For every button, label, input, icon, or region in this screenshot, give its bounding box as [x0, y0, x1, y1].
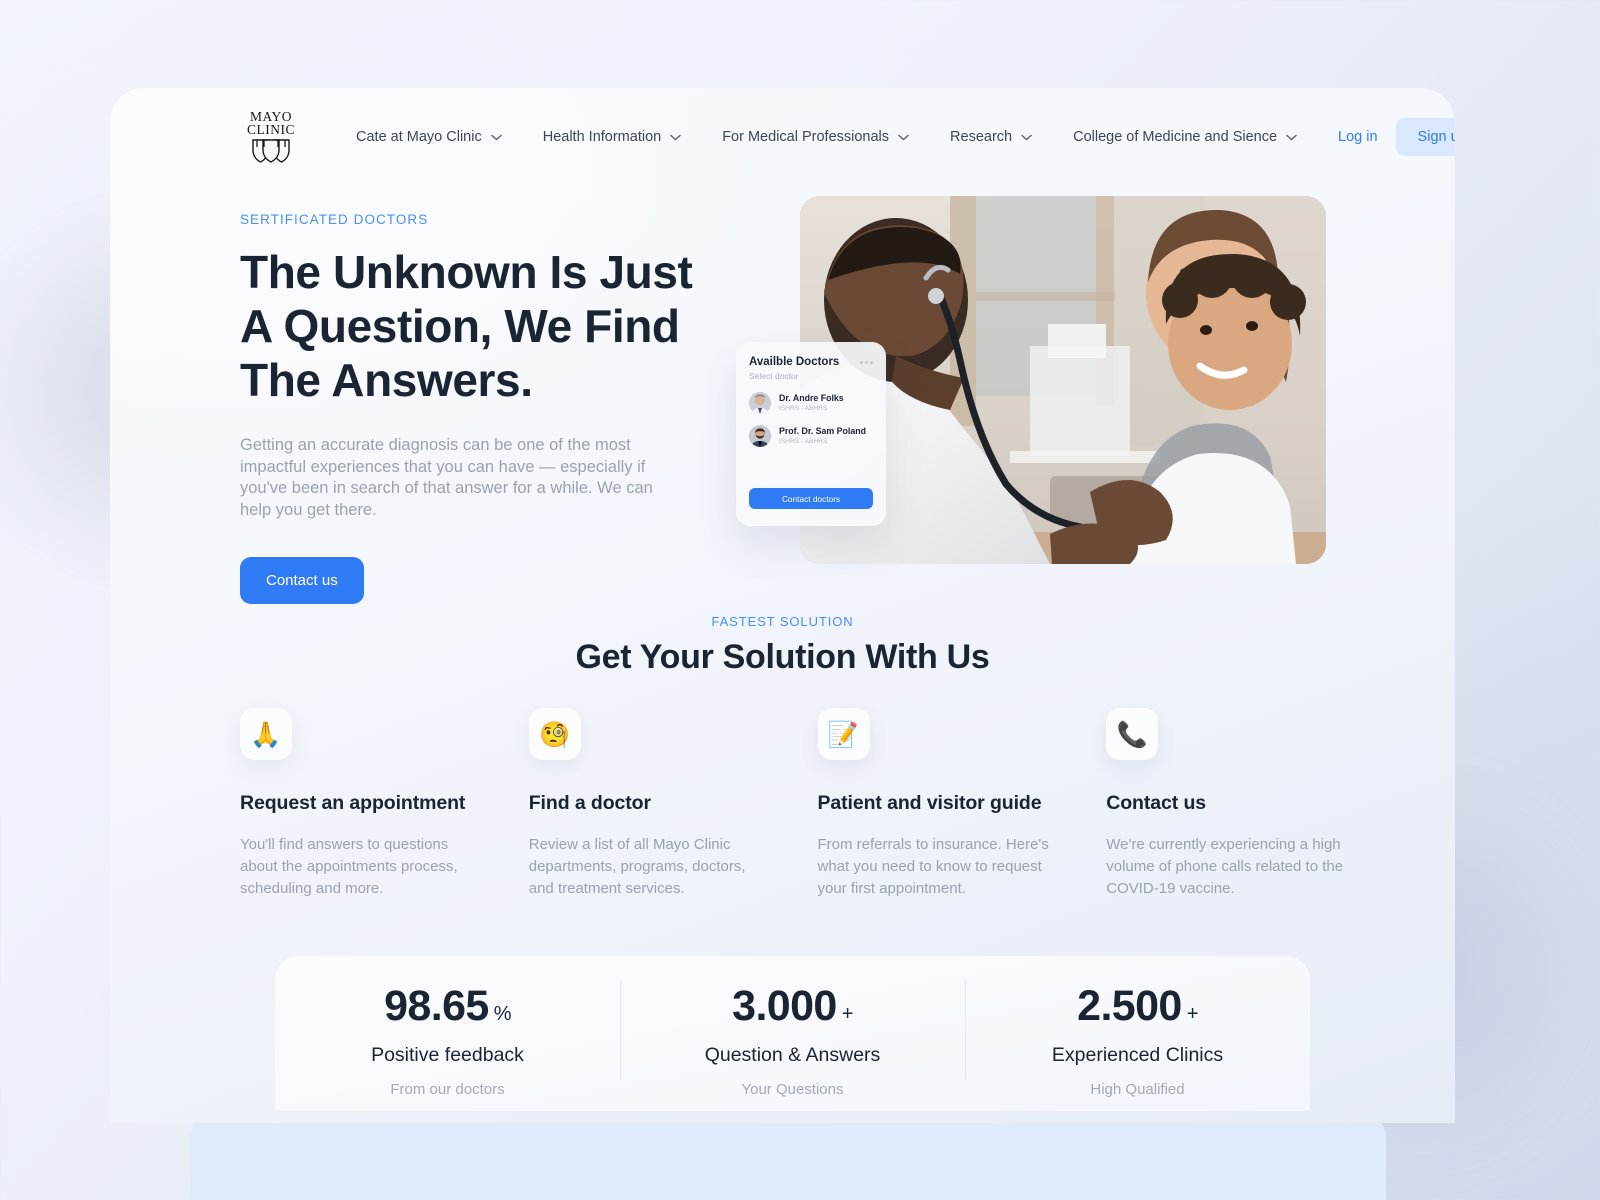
more-dots-icon[interactable] — [860, 361, 873, 364]
hero-subtitle: Getting an accurate diagnosis can be one… — [240, 436, 653, 519]
feature-title: Contact us — [1106, 792, 1207, 814]
nav-item-label: Research — [950, 129, 1013, 145]
avatar — [749, 392, 771, 414]
stat-sublabel: High Qualified — [1090, 1081, 1185, 1098]
doctor-avatar-1-image — [749, 392, 771, 414]
contact-doctors-button[interactable]: Contact doctors — [749, 488, 873, 509]
page-frame: MAYO CLINIC Cate at Mayo Clinic Health I… — [110, 88, 1455, 1123]
feature-description: We're currently experiencing a high volu… — [1106, 836, 1344, 897]
face-with-monocle-icon: 🧐 — [528, 708, 581, 760]
telephone-receiver-icon: 📞 — [1106, 708, 1159, 760]
hero-content: SERTIFICATED DOCTORS The Unknown Is Just… — [240, 212, 710, 604]
page-title: The Unknown Is Just A Question, We Find … — [240, 246, 693, 406]
stat-value: 98.65% — [275, 980, 620, 1040]
memo-icon: 📝 — [817, 708, 870, 760]
mayo-clinic-logo[interactable]: MAYO CLINIC — [240, 106, 302, 168]
nav-account-actions: Log in Sign up — [1338, 118, 1455, 156]
nav-item-label: Health Information — [542, 129, 662, 145]
chevron-down-icon — [1021, 134, 1032, 140]
available-doctors-heading-group: Availble Doctors Select doctor — [749, 356, 839, 381]
hero-eyebrow: SERTIFICATED DOCTORS — [240, 212, 429, 227]
stat-label: Experienced Clinics — [1051, 1044, 1224, 1066]
available-doctors-header: Availble Doctors Select doctor — [749, 356, 873, 381]
stat-unit: + — [1186, 1003, 1199, 1025]
feature-description: Review a list of all Mayo Clinic departm… — [528, 836, 746, 897]
doctor-name: Dr. Andre Folks — [779, 393, 844, 403]
nav-item-college-of-medicine-and-sience[interactable]: College of Medicine and Sience — [1073, 129, 1297, 145]
stat-unit: + — [841, 1003, 854, 1025]
stat-number: 2.500 — [1077, 982, 1182, 1030]
feature-description: You'll find answers to questions about t… — [240, 836, 458, 897]
feature-description: From referrals to insurance. Here's what… — [817, 836, 1049, 897]
feature-list: 🙏 Request an appointment You'll find ans… — [240, 708, 1395, 900]
logo-word-clinic: CLINIC — [247, 122, 295, 137]
signup-button[interactable]: Sign up — [1395, 118, 1455, 156]
feature-card-request-an-appointment[interactable]: 🙏 Request an appointment You'll find ans… — [240, 708, 529, 900]
stat-value: 3.000 + — [620, 980, 965, 1040]
chevron-down-icon — [670, 134, 681, 140]
nav-item-for-medical-professionals[interactable]: For Medical Professionals — [722, 129, 909, 145]
feature-title: Find a doctor — [528, 792, 651, 814]
login-link[interactable]: Log in — [1338, 129, 1378, 145]
contact-us-button[interactable]: Contact us — [240, 557, 364, 604]
stat-number: 98.65 — [384, 982, 489, 1030]
stat-sublabel: From our doctors — [390, 1081, 505, 1098]
nav-item-research[interactable]: Research — [950, 129, 1032, 145]
avatar — [749, 425, 771, 447]
solutions-title: Get Your Solution With Us — [575, 638, 990, 676]
doctor-name: Prof. Dr. Sam Poland — [779, 426, 867, 436]
stat-positive-feedback: 98.65% Positive feedback From our doctor… — [275, 956, 620, 1098]
doctor-avatar-2-image — [749, 425, 771, 447]
folded-hands-icon: 🙏 — [240, 708, 292, 760]
feature-card-contact-us[interactable]: 📞 Contact us We're currently experiencin… — [1106, 708, 1395, 900]
chevron-down-icon — [898, 134, 909, 140]
doctor-list-item-1[interactable]: Dr. Andre Folks ISHRS - ABHRS — [749, 392, 873, 414]
nav-item-health-information[interactable]: Health Information — [543, 129, 681, 145]
available-doctors-title: Availble Doctors — [749, 356, 840, 368]
stat-experienced-clinics: 2.500 + Experienced Clinics High Qualifie… — [965, 956, 1310, 1098]
stat-label: Positive feedback — [371, 1044, 524, 1066]
doctor-credentials: ISHRS - ABHRS — [779, 438, 828, 445]
main-navigation: MAYO CLINIC Cate at Mayo Clinic Health I… — [240, 106, 1455, 168]
stat-number: 3.000 — [732, 982, 837, 1030]
nav-links: Cate at Mayo Clinic Health Information F… — [356, 129, 1338, 145]
doctor-credentials: ISHRS - ABHRS — [779, 405, 828, 412]
nav-item-label: For Medical Professionals — [722, 129, 890, 145]
available-doctors-card: Availble Doctors Select doctor Dr. Andre… — [736, 342, 886, 526]
nav-item-label: Cate at Mayo Clinic — [356, 129, 482, 145]
feature-title: Patient and visitor guide — [817, 792, 1042, 814]
stat-label: Question & Answers — [704, 1044, 881, 1066]
feature-card-find-a-doctor[interactable]: 🧐 Find a doctor Review a list of all May… — [528, 708, 818, 900]
stat-sublabel: Your Questions — [741, 1081, 844, 1098]
doctor-list-item-2[interactable]: Prof. Dr. Sam Poland ISHRS - ABHRS — [749, 425, 873, 447]
feature-title: Request an appointment — [240, 792, 466, 814]
chevron-down-icon — [1286, 134, 1297, 140]
bottom-panel — [190, 1112, 1386, 1200]
nav-item-cate-at-mayo-clinic[interactable]: Cate at Mayo Clinic — [356, 129, 502, 145]
nav-item-label: College of Medicine and Sience — [1073, 129, 1278, 145]
stat-value: 2.500 + — [965, 980, 1310, 1040]
solutions-eyebrow: FASTEST SOLUTION — [711, 614, 854, 629]
chevron-down-icon — [490, 134, 502, 140]
stats-bar: 98.65% Positive feedback From our doctor… — [275, 956, 1310, 1111]
stat-unit: % — [493, 1003, 512, 1025]
doctor-info-1: Dr. Andre Folks ISHRS - ABHRS — [779, 393, 844, 413]
stat-question-and-answers: 3.000 + Question & Answers Your Questions — [620, 956, 965, 1098]
mayo-shield-icon — [252, 139, 290, 163]
doctor-info-2: Prof. Dr. Sam Poland ISHRS - ABHRS — [779, 426, 866, 446]
feature-card-patient-and-visitor-guide[interactable]: 📝 Patient and visitor guide From referra… — [817, 708, 1107, 900]
available-doctors-subtitle: Select doctor — [749, 371, 799, 381]
